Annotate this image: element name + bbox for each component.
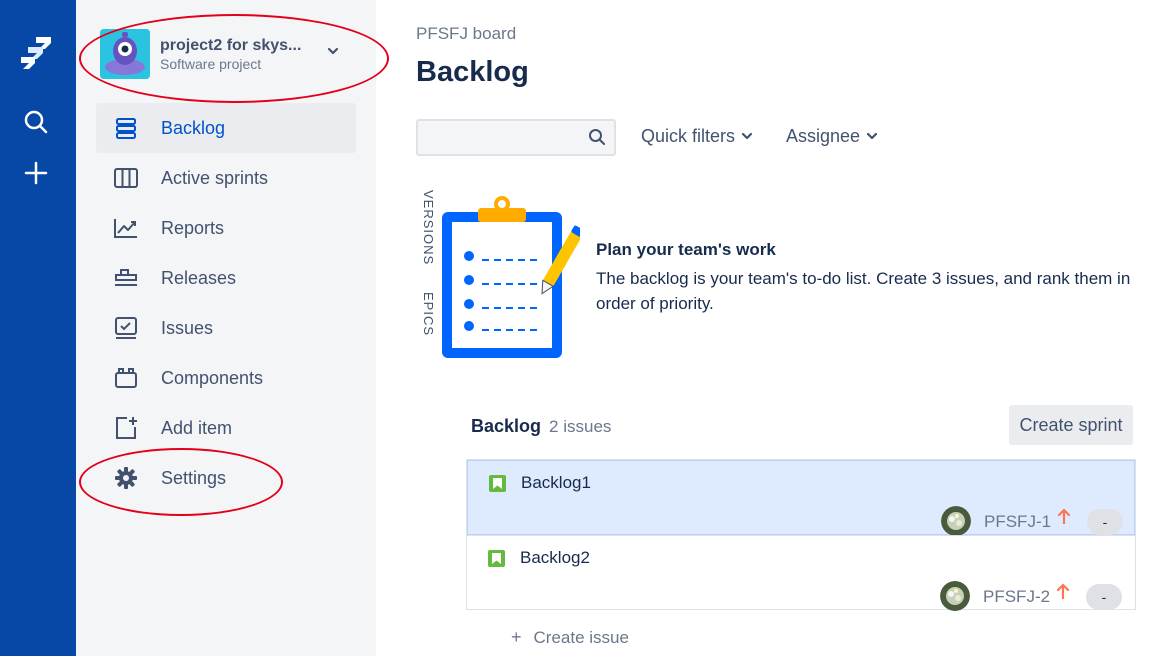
- chart-icon: [111, 213, 141, 243]
- estimate-badge: -: [1086, 584, 1122, 610]
- chevron-down-icon: [866, 126, 878, 147]
- story-icon: [489, 475, 506, 492]
- main-content: PFSFJ board Backlog Quick filters Assign…: [376, 0, 1157, 656]
- board-columns-icon: [111, 163, 141, 193]
- create-plus-icon[interactable]: [18, 155, 54, 191]
- sidebar-item-label: Issues: [161, 317, 214, 338]
- issue-row[interactable]: Backlog2 PFSFJ-2 -: [467, 535, 1135, 611]
- tab-versions[interactable]: VERSIONS: [421, 190, 436, 265]
- sidebar-item-settings[interactable]: Settings: [96, 453, 356, 503]
- sidebar-item-components[interactable]: Components: [96, 353, 356, 403]
- issue-key[interactable]: PFSFJ-1: [984, 512, 1051, 532]
- ship-icon: [111, 263, 141, 293]
- issue-key[interactable]: PFSFJ-2: [983, 587, 1050, 607]
- chevron-down-icon: [741, 126, 753, 147]
- sidebar-item-active-sprints[interactable]: Active sprints: [96, 153, 356, 203]
- sidebar-item-backlog[interactable]: Backlog: [96, 103, 356, 153]
- empty-state-description: The backlog is your team's to-do list. C…: [596, 269, 1131, 313]
- page-title: Backlog: [416, 56, 529, 88]
- sidebar-item-add-item[interactable]: Add item: [96, 403, 356, 453]
- sidebar-item-label: Releases: [161, 267, 237, 288]
- quick-filters-label: Quick filters: [641, 126, 736, 146]
- sidebar-item-issues[interactable]: Issues: [96, 303, 356, 353]
- search-icon[interactable]: [18, 104, 54, 140]
- issues-icon: [111, 313, 141, 343]
- empty-state-title: Plan your team's work: [596, 240, 776, 259]
- project-avatar: [100, 29, 150, 79]
- sidebar-item-label: Backlog: [161, 117, 226, 138]
- jira-logo-icon[interactable]: [18, 34, 54, 70]
- chevron-down-icon[interactable]: [326, 44, 340, 63]
- project-name: project2 for skys...: [160, 36, 302, 54]
- assignee-dropdown[interactable]: Assignee: [786, 126, 878, 147]
- sidebar-item-label: Add item: [161, 417, 233, 438]
- quick-filters-dropdown[interactable]: Quick filters: [641, 126, 753, 147]
- sidebar-item-releases[interactable]: Releases: [96, 253, 356, 303]
- create-issue-button[interactable]: + Create issue: [511, 627, 629, 648]
- search-input[interactable]: [416, 119, 616, 156]
- create-sprint-button[interactable]: Create sprint: [1009, 405, 1133, 445]
- issue-summary[interactable]: Backlog1: [521, 473, 591, 493]
- issue-summary[interactable]: Backlog2: [520, 548, 590, 568]
- sidebar-item-label: Reports: [161, 217, 225, 238]
- sidebar-item-label: Components: [161, 367, 264, 388]
- assignee-avatar[interactable]: [940, 581, 970, 611]
- components-icon: [111, 363, 141, 393]
- project-type: Software project: [160, 55, 262, 72]
- sidebar-item-label: Settings: [161, 467, 227, 488]
- tab-epics[interactable]: EPICS: [421, 292, 436, 336]
- sidebar-item-reports[interactable]: Reports: [96, 203, 356, 253]
- search-icon[interactable]: [588, 128, 606, 151]
- backlog-header: Backlog 2 issues: [471, 416, 611, 437]
- backlog-icon: [111, 113, 141, 143]
- clipboard-illustration: [440, 196, 585, 365]
- issue-list: Backlog1 PFSFJ-1 - Backlog2 PFSFJ-2 -: [466, 459, 1136, 611]
- priority-high-icon: [1056, 582, 1070, 605]
- priority-high-icon: [1057, 507, 1071, 530]
- issue-count: 2 issues: [549, 417, 612, 436]
- sidebar-item-label: Active sprints: [161, 167, 269, 188]
- plus-icon: +: [511, 627, 522, 647]
- assignee-avatar[interactable]: [941, 506, 971, 536]
- story-icon: [488, 550, 505, 567]
- breadcrumb[interactable]: PFSFJ board: [416, 24, 516, 44]
- global-navigation: [0, 0, 76, 656]
- create-issue-label: Create issue: [533, 627, 629, 647]
- estimate-badge: -: [1087, 509, 1123, 535]
- project-switcher[interactable]: project2 for skys... Software project: [100, 28, 356, 80]
- sidebar-nav: Backlog Active sprints Reports Releases …: [96, 103, 356, 503]
- assignee-label: Assignee: [786, 126, 861, 146]
- gear-icon: [111, 463, 141, 493]
- project-sidebar: project2 for skys... Software project Ba…: [76, 0, 376, 656]
- add-item-icon: [111, 413, 141, 443]
- backlog-section-title: Backlog: [471, 416, 542, 436]
- issue-row[interactable]: Backlog1 PFSFJ-1 -: [467, 460, 1135, 536]
